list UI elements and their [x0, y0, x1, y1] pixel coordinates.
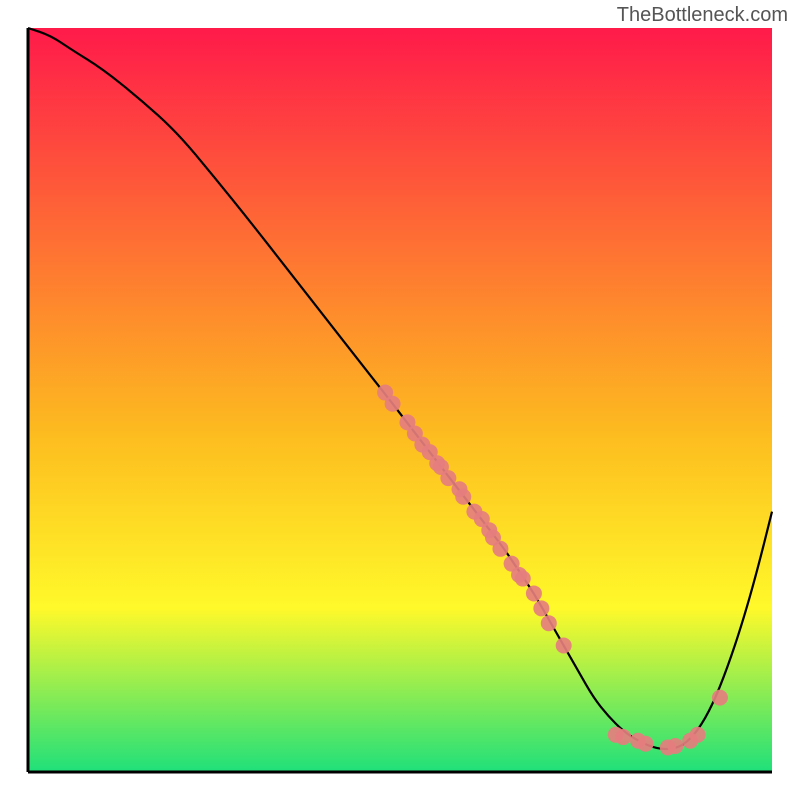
bottleneck-chart — [0, 0, 800, 800]
watermark-text: TheBottleneck.com — [617, 4, 788, 27]
data-point — [541, 615, 557, 631]
data-point — [556, 638, 572, 654]
data-point — [690, 727, 706, 743]
data-point — [533, 600, 549, 616]
data-point — [526, 585, 542, 601]
data-point — [455, 489, 471, 505]
data-point — [638, 736, 654, 752]
data-point — [615, 729, 631, 745]
data-point — [515, 571, 531, 587]
data-point — [492, 541, 508, 557]
data-point — [712, 690, 728, 706]
plot-background — [28, 28, 772, 772]
data-point — [385, 396, 401, 412]
chart-container: TheBottleneck.com — [0, 0, 800, 800]
data-point — [667, 738, 683, 754]
